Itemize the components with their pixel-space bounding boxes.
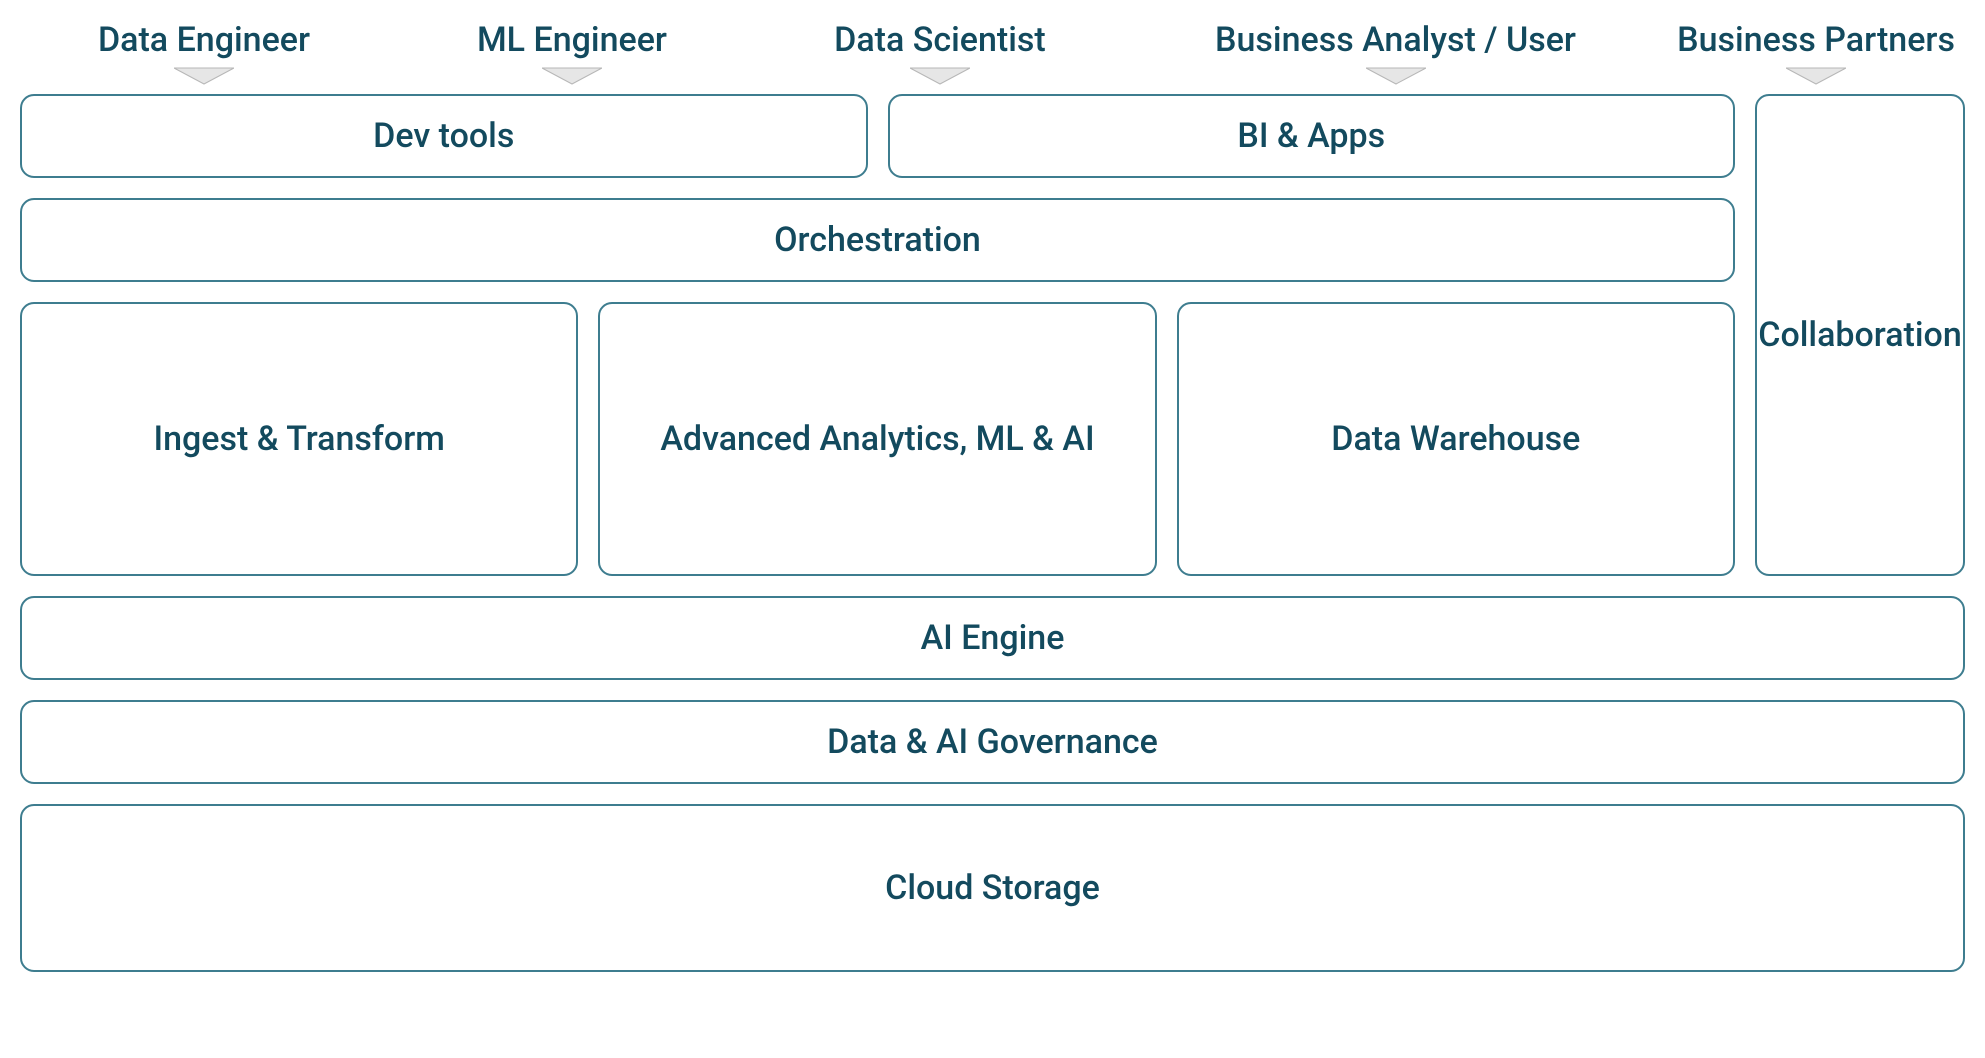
- box-governance: Data & AI Governance: [20, 700, 1965, 784]
- box-collaboration: Collaboration: [1755, 94, 1965, 576]
- role-ml-engineer: ML Engineer: [388, 20, 756, 86]
- role-label: Business Analyst / User: [1215, 20, 1576, 60]
- role-label: Data Scientist: [834, 20, 1046, 60]
- role-data-scientist: Data Scientist: [756, 20, 1124, 86]
- top-tools-row: Dev tools BI & Apps: [20, 94, 1735, 178]
- role-label: Business Partners: [1677, 20, 1955, 60]
- mid-three-row: Ingest & Transform Advanced Analytics, M…: [20, 302, 1735, 576]
- roles-row: Data Engineer ML Engineer Data Scientist…: [20, 20, 1965, 86]
- upper-row: Dev tools BI & Apps Orchestration Ingest…: [20, 94, 1965, 576]
- architecture-diagram: Data Engineer ML Engineer Data Scientist…: [20, 20, 1965, 972]
- chevron-down-icon: [542, 66, 602, 86]
- box-advanced-analytics: Advanced Analytics, ML & AI: [598, 302, 1156, 576]
- box-ingest-transform: Ingest & Transform: [20, 302, 578, 576]
- box-orchestration: Orchestration: [20, 198, 1735, 282]
- box-ai-engine: AI Engine: [20, 596, 1965, 680]
- role-label: Data Engineer: [98, 20, 310, 60]
- role-business-analyst: Business Analyst / User: [1124, 20, 1667, 86]
- chevron-down-icon: [1786, 66, 1846, 86]
- role-business-partners: Business Partners: [1667, 20, 1965, 86]
- box-data-warehouse: Data Warehouse: [1177, 302, 1735, 576]
- chevron-down-icon: [910, 66, 970, 86]
- layers-grid: Dev tools BI & Apps Orchestration Ingest…: [20, 94, 1965, 972]
- box-dev-tools: Dev tools: [20, 94, 868, 178]
- role-label: ML Engineer: [477, 20, 667, 60]
- left-stack: Dev tools BI & Apps Orchestration Ingest…: [20, 94, 1735, 576]
- box-bi-apps: BI & Apps: [888, 94, 1736, 178]
- chevron-down-icon: [1366, 66, 1426, 86]
- box-cloud-storage: Cloud Storage: [20, 804, 1965, 972]
- chevron-down-icon: [174, 66, 234, 86]
- role-data-engineer: Data Engineer: [20, 20, 388, 86]
